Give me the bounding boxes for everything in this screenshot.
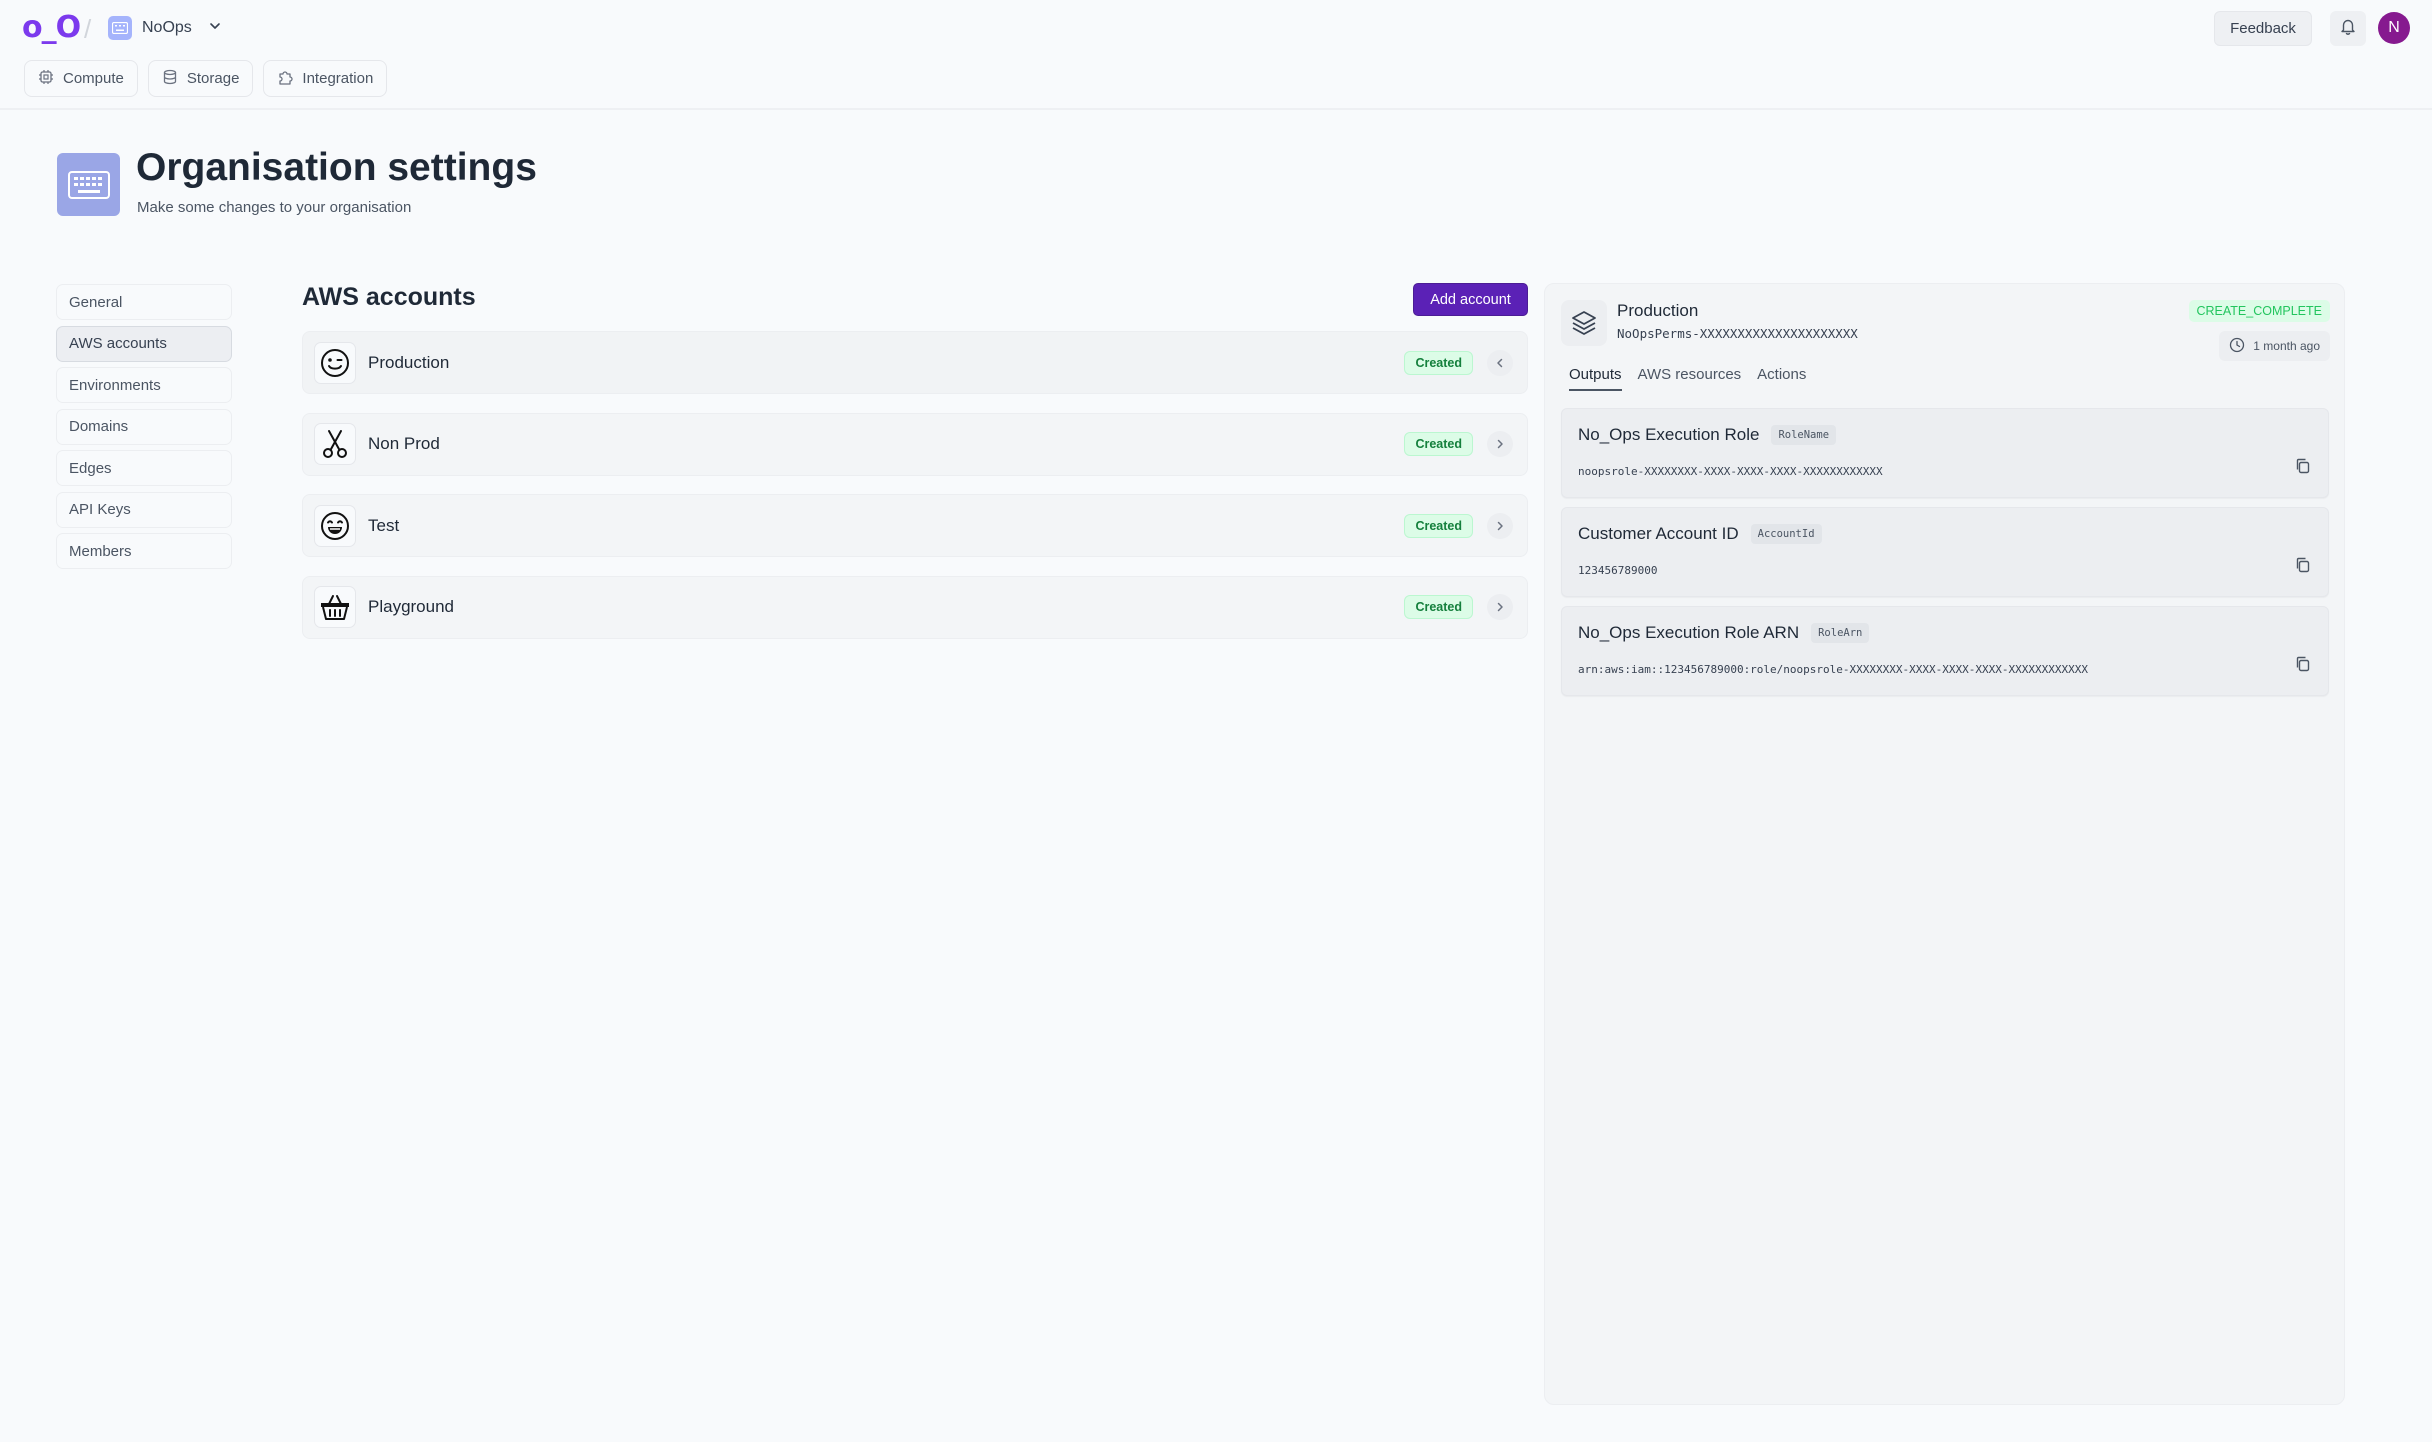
feedback-button[interactable]: Feedback — [2214, 11, 2312, 46]
output-card: No_Ops Execution Role RoleName noopsrole… — [1561, 408, 2329, 498]
cpu-icon — [38, 69, 54, 89]
output-label: No_Ops Execution Role RoleName — [1578, 425, 1837, 445]
logo[interactable]: o_O — [22, 10, 81, 45]
nav-storage-label: Storage — [186, 70, 240, 87]
keyboard-icon — [108, 16, 132, 40]
account-row-test[interactable]: Test Created — [302, 494, 1528, 557]
page-title: Organisation settings — [136, 146, 537, 189]
last-updated: 1 month ago — [2219, 331, 2330, 361]
menu-item-environments[interactable]: Environments — [56, 367, 232, 403]
clock-icon — [2229, 337, 2245, 356]
page-subtitle: Make some changes to your organisation — [137, 199, 412, 216]
account-name: Non Prod — [368, 434, 440, 453]
menu-item-edges[interactable]: Edges — [56, 450, 232, 486]
last-updated-text: 1 month ago — [2253, 339, 2320, 353]
menu-item-aws-accounts[interactable]: AWS accounts — [56, 325, 232, 362]
nav-storage[interactable]: Storage — [147, 60, 254, 97]
chevron-left-icon[interactable] — [1487, 349, 1513, 376]
stack-status-badge: CREATE_COMPLETE — [2188, 300, 2330, 322]
output-key: RoleName — [1771, 425, 1837, 445]
tab-outputs[interactable]: Outputs — [1569, 366, 1622, 391]
basket-icon — [314, 586, 356, 628]
output-label-text: Customer Account ID — [1578, 524, 1739, 543]
org-name: NoOps — [142, 19, 192, 36]
tab-actions[interactable]: Actions — [1757, 366, 1806, 391]
detail-account-name: Production — [1617, 301, 1699, 320]
scissors-icon — [314, 423, 356, 465]
account-name: Playground — [368, 597, 455, 616]
add-account-button[interactable]: Add account — [1413, 283, 1528, 316]
output-label: No_Ops Execution Role ARN RoleArn — [1578, 623, 1870, 643]
chevron-right-icon[interactable] — [1487, 594, 1513, 620]
laughing-face-icon — [314, 504, 356, 547]
status-badge: Created — [1404, 350, 1473, 375]
nav-integration-label: Integration — [302, 70, 374, 87]
copy-icon[interactable] — [2290, 453, 2316, 479]
section-title: AWS accounts — [302, 283, 476, 311]
tab-aws-resources[interactable]: AWS resources — [1638, 366, 1742, 391]
keyboard-icon — [57, 153, 120, 216]
account-name: Production — [368, 352, 450, 372]
account-row-non-prod[interactable]: Non Prod Created — [302, 412, 1528, 476]
menu-item-api-keys[interactable]: API Keys — [56, 491, 232, 528]
output-key: AccountId — [1750, 524, 1822, 544]
detail-tabs: Outputs AWS resources Actions — [1569, 366, 1806, 391]
org-switcher[interactable]: NoOps — [108, 14, 222, 42]
chevron-right-icon[interactable] — [1487, 512, 1513, 539]
menu-item-members[interactable]: Members — [56, 533, 232, 569]
detail-stack-name: NoOpsPerms-XXXXXXXXXXXXXXXXXXXXX — [1617, 326, 1858, 341]
account-detail-panel: Production NoOpsPerms-XXXXXXXXXXXXXXXXXX… — [1544, 283, 2345, 1405]
output-key: RoleArn — [1811, 623, 1870, 643]
notifications-button[interactable] — [2330, 11, 2366, 46]
menu-item-general[interactable]: General — [56, 284, 232, 320]
menu-item-domains[interactable]: Domains — [56, 408, 232, 445]
main-nav: Compute Storage Integration — [24, 60, 388, 97]
layers-icon — [1561, 300, 1607, 346]
settings-menu: General AWS accounts Environments Domain… — [56, 284, 232, 575]
nav-integration[interactable]: Integration — [263, 60, 388, 97]
output-label: Customer Account ID AccountId — [1578, 524, 1822, 544]
output-value: noopsrole-XXXXXXXX-XXXX-XXXX-XXXX-XXXXXX… — [1578, 465, 1883, 478]
status-badge: Created — [1404, 513, 1473, 538]
output-card: Customer Account ID AccountId 1234567890… — [1561, 507, 2329, 597]
top-bar: o_O / NoOps Compute Storage Integration … — [0, 0, 2432, 110]
status-badge: Created — [1404, 595, 1473, 619]
account-name: Test — [368, 515, 400, 535]
bell-icon — [2339, 17, 2357, 40]
chevron-down-icon — [208, 19, 222, 38]
chevron-right-icon[interactable] — [1487, 431, 1513, 457]
copy-icon[interactable] — [2290, 552, 2316, 578]
output-value: arn:aws:iam::123456789000:role/noopsrole… — [1578, 663, 2088, 676]
output-label-text: No_Ops Execution Role ARN — [1578, 623, 1800, 642]
database-icon — [162, 69, 178, 89]
avatar[interactable]: N — [2378, 12, 2410, 44]
output-value: 123456789000 — [1578, 564, 1658, 577]
nav-compute[interactable]: Compute — [24, 60, 138, 97]
account-row-playground[interactable]: Playground Created — [302, 575, 1528, 639]
breadcrumb-separator: / — [84, 14, 92, 44]
outputs-list: No_Ops Execution Role RoleName noopsrole… — [1561, 408, 2329, 705]
wink-face-icon — [314, 341, 356, 384]
nav-compute-label: Compute — [63, 70, 124, 87]
account-list: Production Created Non Prod Created Test… — [302, 331, 1528, 657]
output-card: No_Ops Execution Role ARN RoleArn arn:aw… — [1561, 606, 2329, 696]
account-row-production[interactable]: Production Created — [302, 331, 1528, 394]
copy-icon[interactable] — [2290, 651, 2316, 677]
puzzle-icon — [277, 69, 294, 89]
status-badge: Created — [1404, 432, 1473, 456]
output-label-text: No_Ops Execution Role — [1578, 425, 1760, 444]
